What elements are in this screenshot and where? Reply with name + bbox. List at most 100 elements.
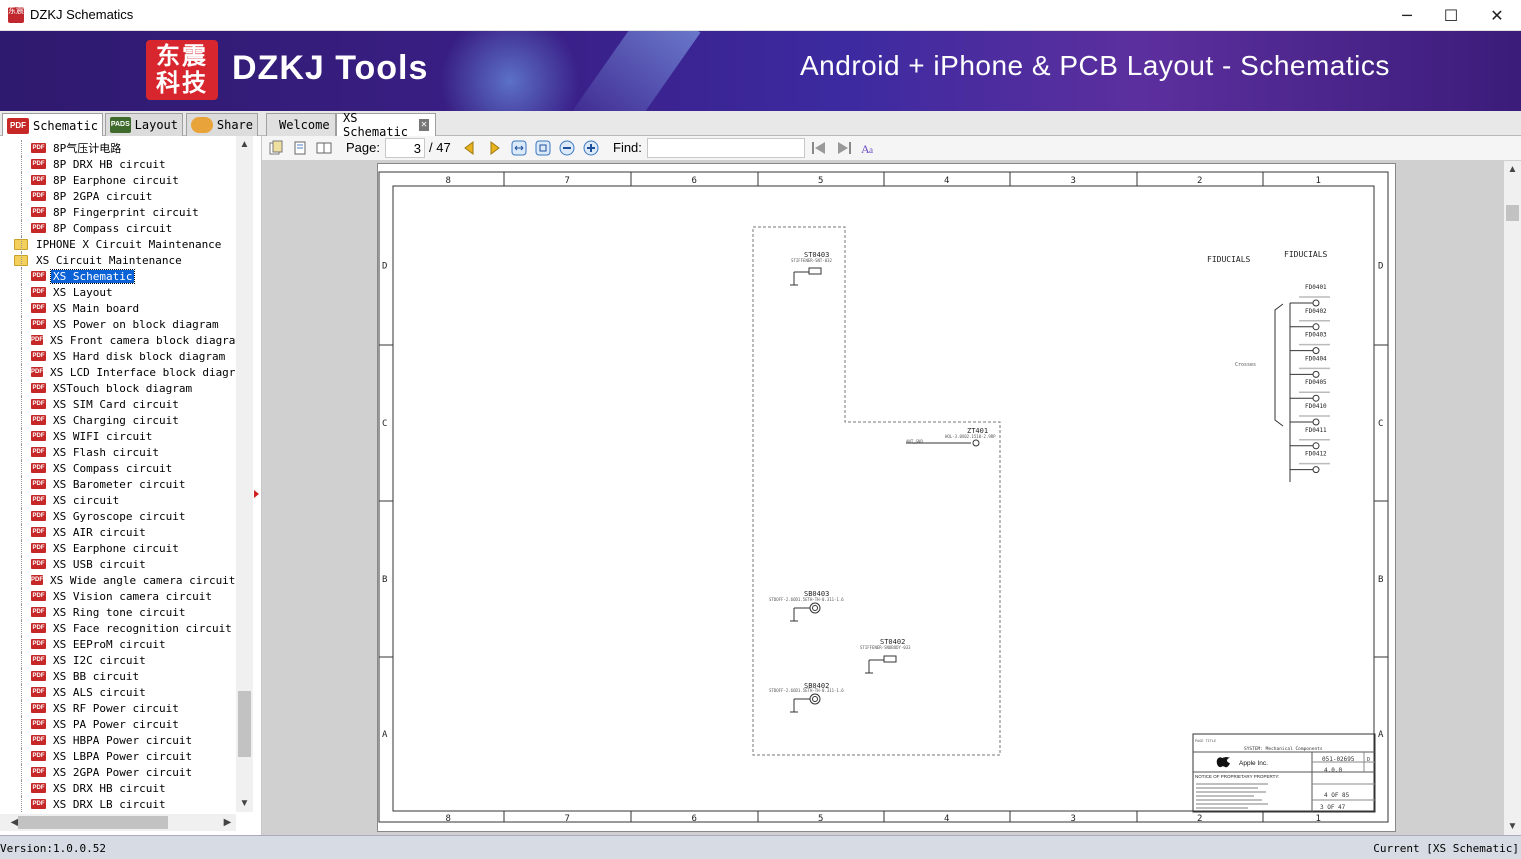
pdf-file-icon: PDF: [31, 447, 46, 457]
tree-item[interactable]: PDF XS 2GPA Power circuit: [0, 764, 236, 780]
tree-item[interactable]: PDF XS PA Power circuit: [0, 716, 236, 732]
find-input[interactable]: [647, 138, 805, 158]
close-tab-icon[interactable]: ✕: [419, 119, 429, 131]
tree-item[interactable]: PDF XS Charging circuit: [0, 412, 236, 428]
scroll-down-arrow-icon[interactable]: ▼: [236, 795, 253, 812]
tree-item[interactable]: PDF XS Vision camera circuit: [0, 588, 236, 604]
tree-item[interactable]: PDF XS ALS circuit: [0, 684, 236, 700]
tab-share[interactable]: Share: [186, 113, 258, 136]
tree-item[interactable]: PDF XS Front camera block diagram: [0, 332, 236, 348]
viewer-vertical-scrollbar[interactable]: ▲ ▼: [1504, 161, 1521, 835]
tree-horizontal-scrollbar[interactable]: ◀ ▶: [0, 814, 236, 831]
tree-item[interactable]: PDF XS Main board: [0, 300, 236, 316]
copy-icon[interactable]: [268, 140, 284, 156]
tree-item[interactable]: PDF XS Power on block diagram: [0, 316, 236, 332]
tree-item[interactable]: PDF XS Face recognition circuit: [0, 620, 236, 636]
tree-item[interactable]: PDF 8P Compass circuit: [0, 220, 236, 236]
tree-item[interactable]: PDF XS RF Power circuit: [0, 700, 236, 716]
tree-item[interactable]: PDF XS HBPA Power circuit: [0, 732, 236, 748]
tree-item[interactable]: PDF XS Schematic: [0, 268, 236, 284]
tree-item-label: IPHONE X Circuit Maintenance: [36, 237, 222, 251]
fiducial-ref: FD0404: [1305, 355, 1327, 362]
header-banner: 东震 科技 DZKJ Tools Android + iPhone & PCB …: [0, 31, 1521, 111]
scroll-right-arrow-icon[interactable]: ▶: [219, 814, 236, 831]
tree-item[interactable]: PDF 8P Earphone circuit: [0, 172, 236, 188]
tree-item[interactable]: PDF XS Layout: [0, 284, 236, 300]
tree-item[interactable]: PDF XS BB circuit: [0, 668, 236, 684]
tree-hscroll-thumb[interactable]: [18, 816, 168, 829]
tree-item[interactable]: PDF 8P气压计电路: [0, 140, 236, 156]
tree-item-label: XS Gyroscope circuit: [53, 509, 186, 523]
sb0403-ground: [790, 607, 810, 622]
tree-item[interactable]: PDF 8P DRX HB circuit: [0, 156, 236, 172]
tree-item[interactable]: PDF XS LBPA Power circuit: [0, 748, 236, 764]
tree-item[interactable]: PDF XS USB circuit: [0, 556, 236, 572]
tree-item[interactable]: PDF XS Earphone circuit: [0, 540, 236, 556]
next-page-icon[interactable]: [487, 140, 503, 156]
tree-folder[interactable]: XS Circuit Maintenance: [0, 252, 236, 268]
tree-guide-line: [21, 252, 22, 268]
tree-guide-line: [21, 428, 22, 444]
tree-item[interactable]: PDF XS DRX HB circuit: [0, 780, 236, 796]
find-previous-icon[interactable]: [811, 140, 827, 156]
fit-page-icon[interactable]: [535, 140, 551, 156]
tree-item[interactable]: PDF XS Compass circuit: [0, 460, 236, 476]
column-label: 1: [1316, 814, 1321, 824]
previous-page-icon[interactable]: [461, 140, 477, 156]
tree-vertical-scrollbar[interactable]: ▲ ▼: [236, 136, 253, 812]
tree-item[interactable]: PDF XS WIFI circuit: [0, 428, 236, 444]
tree-item[interactable]: PDF 8P 2GPA circuit: [0, 188, 236, 204]
scroll-up-arrow-icon[interactable]: ▲: [236, 136, 253, 153]
tree-guide-line: [21, 492, 22, 508]
tab-welcome[interactable]: Welcome: [266, 113, 336, 136]
tree-folder[interactable]: IPHONE X Circuit Maintenance: [0, 236, 236, 252]
viewer-scroll-up-icon[interactable]: ▲: [1504, 161, 1521, 178]
pdf-file-icon: PDF: [31, 607, 46, 617]
single-page-icon[interactable]: [292, 140, 308, 156]
tree-item[interactable]: PDF XSTouch block diagram: [0, 380, 236, 396]
match-case-icon[interactable]: Aa: [860, 140, 876, 156]
tree-guide-line: [21, 604, 22, 620]
close-button[interactable]: ✕: [1474, 0, 1520, 30]
tree-item[interactable]: PDF XS LCD Interface block diagram: [0, 364, 236, 380]
tab-xs-schematic[interactable]: XS Schematic ✕: [336, 111, 436, 139]
tree-item[interactable]: PDF XS Barometer circuit: [0, 476, 236, 492]
panel-collapse-arrow-icon[interactable]: [254, 490, 259, 498]
tree-item-label: XS Barometer circuit: [53, 477, 186, 491]
svg-text:a: a: [869, 145, 873, 155]
tree-guide-line: [21, 300, 22, 316]
tree-item[interactable]: PDF XS Flash circuit: [0, 444, 236, 460]
zoom-in-icon[interactable]: [583, 140, 599, 156]
tree-item[interactable]: PDF XS circuit: [0, 492, 236, 508]
tb-page-title-label: PAGE TITLE: [1195, 739, 1216, 743]
tree-item[interactable]: PDF XS Hard disk block diagram: [0, 348, 236, 364]
pdf-file-icon: PDF: [31, 671, 46, 681]
tree-item[interactable]: PDF XS Gyroscope circuit: [0, 508, 236, 524]
viewer-scroll-thumb[interactable]: [1506, 205, 1519, 221]
tree-item[interactable]: PDF XS EEProM circuit: [0, 636, 236, 652]
tree-item[interactable]: PDF 8P Fingerprint circuit: [0, 204, 236, 220]
pdf-file-icon: PDF: [31, 335, 43, 345]
tree-guide-line: [21, 636, 22, 652]
sb0402-symbol-inner: [812, 696, 818, 702]
page-number-input[interactable]: [385, 138, 425, 158]
tree-item[interactable]: PDF XS I2C circuit: [0, 652, 236, 668]
tree-item[interactable]: PDF XS Wide angle camera circuit: [0, 572, 236, 588]
tree-item[interactable]: PDF XS AIR circuit: [0, 524, 236, 540]
maximize-button[interactable]: ☐: [1428, 0, 1474, 30]
apple-logo-icon: [1216, 757, 1230, 768]
tab-schematic[interactable]: PDF Schematic: [2, 113, 103, 137]
find-next-icon[interactable]: [836, 140, 852, 156]
tree-scroll-thumb[interactable]: [238, 691, 251, 757]
zoom-out-icon[interactable]: [559, 140, 575, 156]
two-page-icon[interactable]: [316, 140, 332, 156]
tab-layout[interactable]: PADS Layout: [105, 113, 183, 136]
fiducial-list: FD0401 FD0402 FD0403 FD0404 FD0405 FD0410 FD04…: [1290, 284, 1330, 474]
tree-item[interactable]: PDF XS SIM Card circuit: [0, 396, 236, 412]
st0403-symbol: [808, 267, 822, 275]
fit-width-icon[interactable]: [511, 140, 527, 156]
tree-item[interactable]: PDF XS DRX LB circuit: [0, 796, 236, 812]
tree-item[interactable]: PDF XS Ring tone circuit: [0, 604, 236, 620]
viewer-scroll-down-icon[interactable]: ▼: [1504, 818, 1521, 835]
minimize-button[interactable]: ─: [1384, 0, 1430, 30]
